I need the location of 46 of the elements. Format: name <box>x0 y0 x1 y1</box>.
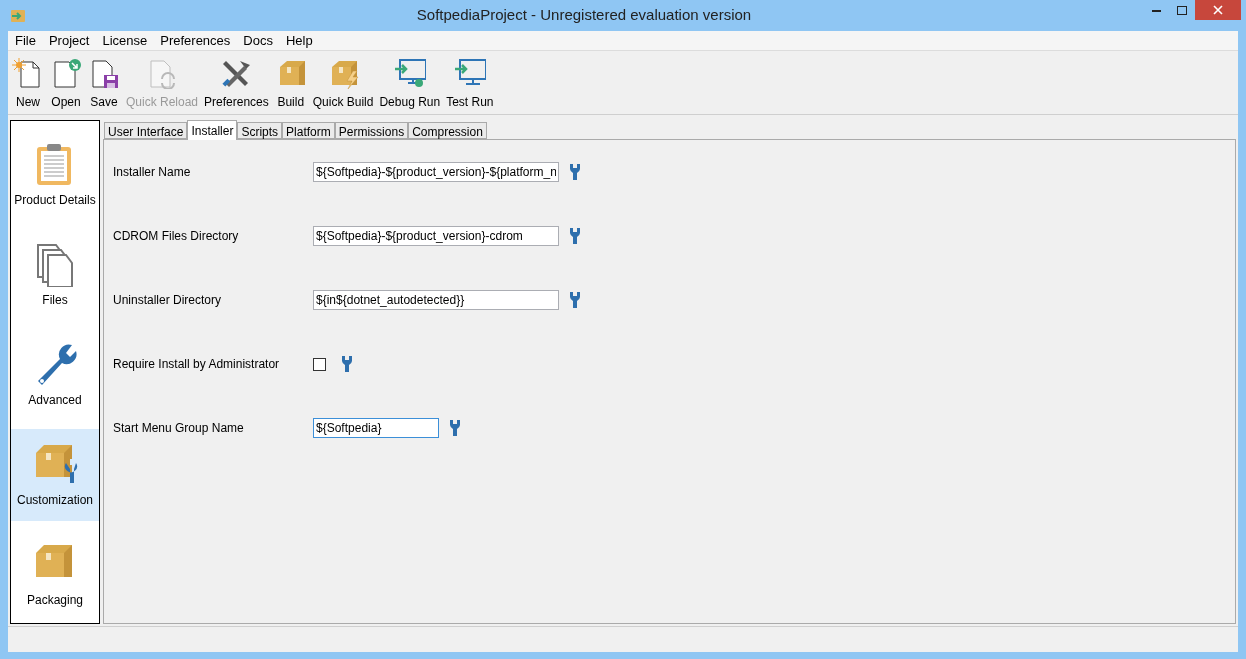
toolbar-button[interactable]: Debug Run <box>377 57 443 111</box>
wrench-icon[interactable] <box>569 163 581 181</box>
monitor-bug-icon <box>393 57 426 89</box>
menu-item[interactable]: Docs <box>238 30 278 51</box>
tab[interactable]: Scripts <box>237 122 283 139</box>
field-label: Start Menu Group Name <box>113 420 245 437</box>
tab[interactable]: Compression <box>408 122 487 139</box>
field-label: CDROM Files Directory <box>113 228 240 245</box>
text-field[interactable]: ${Softpedia}-${product_version}-cdrom <box>313 226 559 246</box>
toolbar-button[interactable]: Save <box>86 57 122 111</box>
close-icon <box>1213 5 1223 15</box>
toolbar-button[interactable]: Build <box>272 57 309 111</box>
text-field[interactable]: ${Softpedia} <box>313 418 439 438</box>
toolbar-button[interactable]: Test Run <box>444 57 496 111</box>
sidebar-item[interactable]: Customization <box>11 429 99 521</box>
tab[interactable]: User Interface <box>104 122 188 139</box>
menu-item[interactable]: Preferences <box>155 30 236 51</box>
wrench-icon[interactable] <box>341 355 353 373</box>
wrench-icon[interactable] <box>449 419 461 437</box>
tab[interactable]: Platform <box>282 122 335 139</box>
tab[interactable]: Installer <box>187 120 238 140</box>
menu-item[interactable]: Project <box>43 30 95 51</box>
menu-item[interactable]: File <box>10 30 41 51</box>
wrench-icon[interactable] <box>569 227 581 245</box>
wrench-icon[interactable] <box>569 291 581 309</box>
app-icon <box>11 9 25 22</box>
tab[interactable]: Permissions <box>334 122 409 139</box>
toolbar-button[interactable]: New <box>10 57 46 111</box>
field-label: Installer Name <box>113 164 192 181</box>
sidebar-item[interactable]: Files <box>11 229 99 321</box>
window-title: SoftpediaProject - Unregistered evaluation version <box>415 5 753 26</box>
toolbar-button[interactable]: Open <box>48 57 84 111</box>
toolbar-button[interactable]: Quick Build <box>310 57 376 111</box>
sidebar-item[interactable]: Advanced <box>11 329 99 421</box>
menu-item[interactable]: License <box>97 30 153 51</box>
sidebar-item[interactable]: Packaging <box>11 529 99 621</box>
text-field[interactable]: ${Softpedia}-${product_version}-${platform_n <box>313 162 559 182</box>
field-label: Uninstaller Directory <box>113 292 223 309</box>
toolbar-button[interactable]: Preferences <box>202 57 271 111</box>
text-field[interactable]: ${in${dotnet_autodetected}} <box>313 290 559 310</box>
maximize-icon <box>1177 5 1187 15</box>
sidebar-item[interactable]: Product Details <box>11 129 99 221</box>
minimize-icon <box>1151 8 1161 12</box>
menu-item[interactable]: Help <box>280 30 318 51</box>
checkbox[interactable] <box>313 357 326 371</box>
field-label: Require Install by Administrator <box>113 356 281 373</box>
